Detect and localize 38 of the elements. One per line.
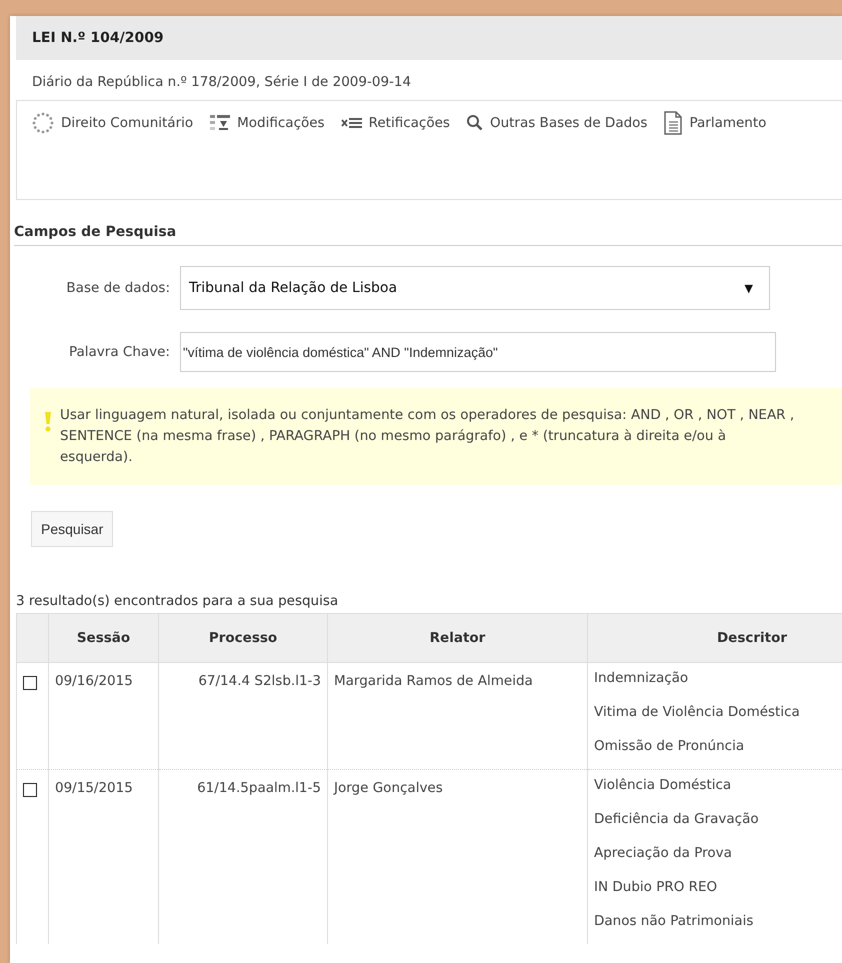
document-icon (663, 111, 684, 135)
descriptor-link[interactable]: Violência Doméstica (594, 774, 842, 808)
keyword-input[interactable]: "vítima de violência doméstica" AND "Indemnização" (180, 332, 776, 372)
column-header: Relator (328, 614, 588, 662)
column-header: Processo (158, 614, 328, 662)
hint-text: Usar linguagem natural, isolada ou conjuntamente com os operadores de pesquisa: AND , OR , NOT , NEAR , SENTENCE (na mesma frase) , PARAGRAPH (no mesmo parágrafo) , e * (truncatura à direita e/ou à esquerda). (60, 406, 796, 467)
descriptor-link[interactable]: Indemnização (594, 667, 842, 701)
toolbar-link[interactable]: Retificações (340, 110, 450, 136)
descriptor-link[interactable]: Danos não Patrimoniais (594, 910, 842, 944)
search-icon (466, 114, 484, 132)
exclamation-icon (44, 411, 52, 433)
section-heading: Campos de Pesquisa (14, 224, 842, 246)
field-label: Base de dados: (65, 280, 171, 296)
table-cell: Jorge Gonçalves (328, 770, 588, 944)
table-cell: 61/14.5paalm.l1-5 (158, 770, 328, 944)
descriptor-link[interactable]: Deficiência da Gravação (594, 808, 842, 842)
descriptor-link[interactable]: Omissão de Pronúncia (594, 735, 842, 769)
field-label: Palavra Chave: (68, 344, 171, 360)
toolbar-link[interactable]: Outras Bases de Dados (466, 110, 648, 136)
toolbar-link[interactable]: Parlamento (663, 110, 766, 136)
row-checkbox[interactable] (23, 783, 37, 797)
table-cell: 09/15/2015 (48, 770, 158, 944)
column-header: Descritor (588, 614, 842, 662)
list-download-icon (209, 113, 232, 133)
page-title: LEI N.º 104/2009 (16, 16, 842, 60)
database-select[interactable]: Tribunal da Relação de Lisboa ▼ (180, 266, 770, 310)
descriptor-link[interactable]: Apreciação da Prova (594, 842, 842, 876)
toolbar-link[interactable]: Modificações (209, 110, 325, 136)
toolbar-link[interactable]: Direito Comunitário (31, 110, 194, 136)
delete-list-icon (340, 116, 363, 130)
descriptor-link[interactable]: Vitima de Violência Doméstica (594, 701, 842, 735)
descriptor-link[interactable]: IN Dubio PRO REO (594, 876, 842, 910)
search-button[interactable]: Pesquisar (31, 511, 114, 547)
star-ring-icon (31, 111, 55, 135)
row-checkbox[interactable] (23, 676, 37, 690)
results-summary: 3 resultado(s) encontrados para a sua pesquisa (16, 593, 340, 609)
publication-info: Diário da República n.º 178/2009, Série I de 2009-09-14 (31, 73, 412, 92)
column-header: Sessão (48, 614, 158, 662)
